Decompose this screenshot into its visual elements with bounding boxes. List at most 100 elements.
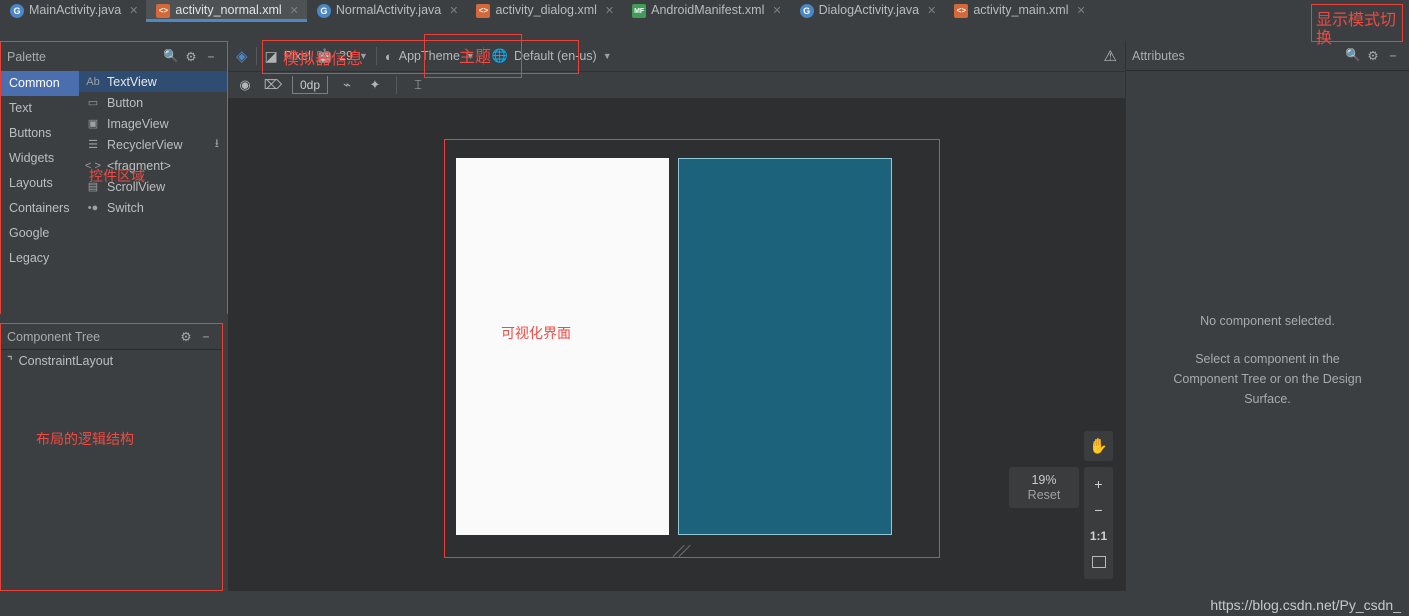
button-icon: ▭ [87,97,99,109]
gear-icon[interactable]: ⚙ [176,327,196,347]
close-icon[interactable]: ✕ [1077,4,1086,17]
component-tree-panel: Component Tree ⚙ − ⌝ ConstraintLayout 布局… [0,323,223,591]
zoom-reset-label[interactable]: Reset [1028,488,1061,502]
palette-category-widgets[interactable]: Widgets [1,146,79,171]
close-icon[interactable]: ✕ [605,4,614,17]
editor-tab-active[interactable]: <> activity_normal.xml ✕ [146,0,307,22]
status-bar: https://blog.csdn.net/Py_csdn_ [0,591,1409,616]
palette-category-containers[interactable]: Containers [1,196,79,221]
issue-notification-button[interactable]: ⚠ [1096,41,1125,72]
annotation-layout-structure: 布局的逻辑结构 [36,431,134,447]
margin-guideline-icon[interactable]: ⌶ [405,74,431,96]
editor-tab[interactable]: G MainActivity.java ✕ [0,0,146,22]
minimize-icon[interactable]: − [196,327,216,347]
design-preview[interactable]: 可视化界面 [456,158,669,535]
layers-icon: ◈ [236,48,248,65]
palette-category-legacy[interactable]: Legacy [1,246,79,271]
tab-label: NormalActivity.java [335,3,442,17]
zoom-in-button[interactable]: + [1084,472,1113,497]
design-surface[interactable]: 可视化界面 ✋ 19% Reset + − 1:1 [228,99,1125,597]
theme-circle-icon: ◐ [384,48,393,64]
palette-category-buttons[interactable]: Buttons [1,121,79,146]
tab-label: activity_normal.xml [175,3,282,17]
empty-state-line3: Surface. [1244,392,1291,406]
close-icon[interactable]: ✕ [927,4,936,17]
default-margin-value[interactable]: 0dp [292,76,328,94]
tab-label: activity_dialog.xml [495,3,597,17]
watermark-text: https://blog.csdn.net/Py_csdn_ [1210,597,1401,613]
device-screen-icon: ◪ [264,47,278,64]
palette-category-layouts[interactable]: Layouts [1,171,79,196]
theme-label: AppTheme [398,49,460,63]
xml-file-icon: <> [954,4,969,18]
tab-label: MainActivity.java [29,3,122,17]
blueprint-preview[interactable] [678,158,892,535]
actual-size-button[interactable]: 1:1 [1084,524,1113,549]
panel-title: Attributes [1132,48,1185,63]
constraint-layout-icon: ⌝ [7,354,13,368]
editor-tab[interactable]: G NormalActivity.java ✕ [307,0,467,22]
editor-tab-strip[interactable]: G MainActivity.java ✕ <> activity_normal… [0,0,1409,22]
globe-icon: 🌐 [491,48,509,63]
textview-icon: Ab [86,75,100,88]
gear-icon[interactable]: ⚙ [1363,46,1383,66]
zoom-controls[interactable]: + − 1:1 [1084,467,1113,579]
palette-category-common[interactable]: Common [1,71,79,96]
palette-header: Palette 🔍 ⚙ − [1,42,227,71]
editor-tab[interactable]: MF AndroidManifest.xml ✕ [622,0,789,22]
locale-label: Default (en-us) [514,49,597,63]
clear-constraints-icon[interactable]: ⌁ [334,74,360,96]
palette-item-recyclerview[interactable]: ☰ RecyclerView ⭳ [79,134,227,155]
view-mode-button[interactable]: ◈ [228,41,256,72]
download-icon[interactable]: ⭳ [215,134,219,155]
editor-tab[interactable]: <> activity_dialog.xml ✕ [466,0,622,22]
xml-file-icon: <> [156,4,171,18]
canvas-resize-handle[interactable] [672,542,695,560]
empty-state-line1: Select a component in the [1195,352,1340,366]
palette-item-textview[interactable]: Ab TextView [79,71,227,92]
close-icon[interactable]: ✕ [772,4,781,17]
minimize-icon[interactable]: − [201,47,221,67]
gear-icon[interactable]: ⚙ [181,47,201,67]
tab-label: activity_main.xml [973,3,1069,17]
locale-selector[interactable]: 🌐 Default (en-us) ▼ [484,41,620,72]
java-class-icon: G [316,4,331,18]
palette-item-label: Button [107,95,144,110]
editor-tab[interactable]: G DialogActivity.java ✕ [790,0,945,22]
attributes-panel: Attributes 🔍 ⚙ − No component selected. … [1125,41,1409,597]
palette-item-label: RecyclerView [107,137,183,152]
infer-constraints-icon[interactable]: ✦ [362,74,388,96]
pan-tool-button[interactable]: ✋ [1084,431,1113,461]
minimize-icon[interactable]: − [1383,46,1403,66]
device-preview-frame: 可视化界面 [444,139,940,558]
show-constraints-icon[interactable]: ◉ [232,74,258,96]
annotation-theme: 主题 [459,49,492,66]
search-icon[interactable]: 🔍 [1343,46,1363,66]
close-icon[interactable]: ✕ [449,4,458,17]
java-class-icon: G [799,4,814,18]
palette-item-switch[interactable]: •● Switch [79,197,227,218]
recyclerview-icon: ☰ [88,139,98,151]
xml-file-icon: <> [476,4,491,18]
close-icon[interactable]: ✕ [290,4,299,17]
empty-state-message: No component selected. Select a componen… [1126,311,1409,409]
autoconnect-icon[interactable]: ⌦ [260,74,286,96]
zoom-to-fit-icon[interactable] [1084,550,1113,575]
empty-state-line2: Component Tree or on the Design [1173,372,1362,386]
tab-label: AndroidManifest.xml [651,3,765,17]
palette-category-list[interactable]: Common Text Buttons Widgets Layouts Cont… [1,71,79,314]
palette-item-button[interactable]: ▭ Button [79,92,227,113]
palette-item-label: Switch [107,200,144,215]
chevron-down-icon[interactable]: ▼ [603,51,612,61]
palette-item-list[interactable]: Ab TextView ▭ Button ▣ ImageView ☰ Recyc… [79,71,227,314]
tree-node-constraintlayout[interactable]: ⌝ ConstraintLayout [1,350,222,372]
component-tree-header: Component Tree ⚙ − [1,324,222,350]
palette-category-text[interactable]: Text [1,96,79,121]
palette-category-google[interactable]: Google [1,221,79,246]
editor-tab[interactable]: <> activity_main.xml ✕ [944,0,1093,22]
palette-item-imageview[interactable]: ▣ ImageView [79,113,227,134]
zoom-out-button[interactable]: − [1084,498,1113,523]
zoom-reset-box[interactable]: 19% Reset [1009,467,1079,508]
close-icon[interactable]: ✕ [129,4,138,17]
search-icon[interactable]: 🔍 [161,47,181,67]
